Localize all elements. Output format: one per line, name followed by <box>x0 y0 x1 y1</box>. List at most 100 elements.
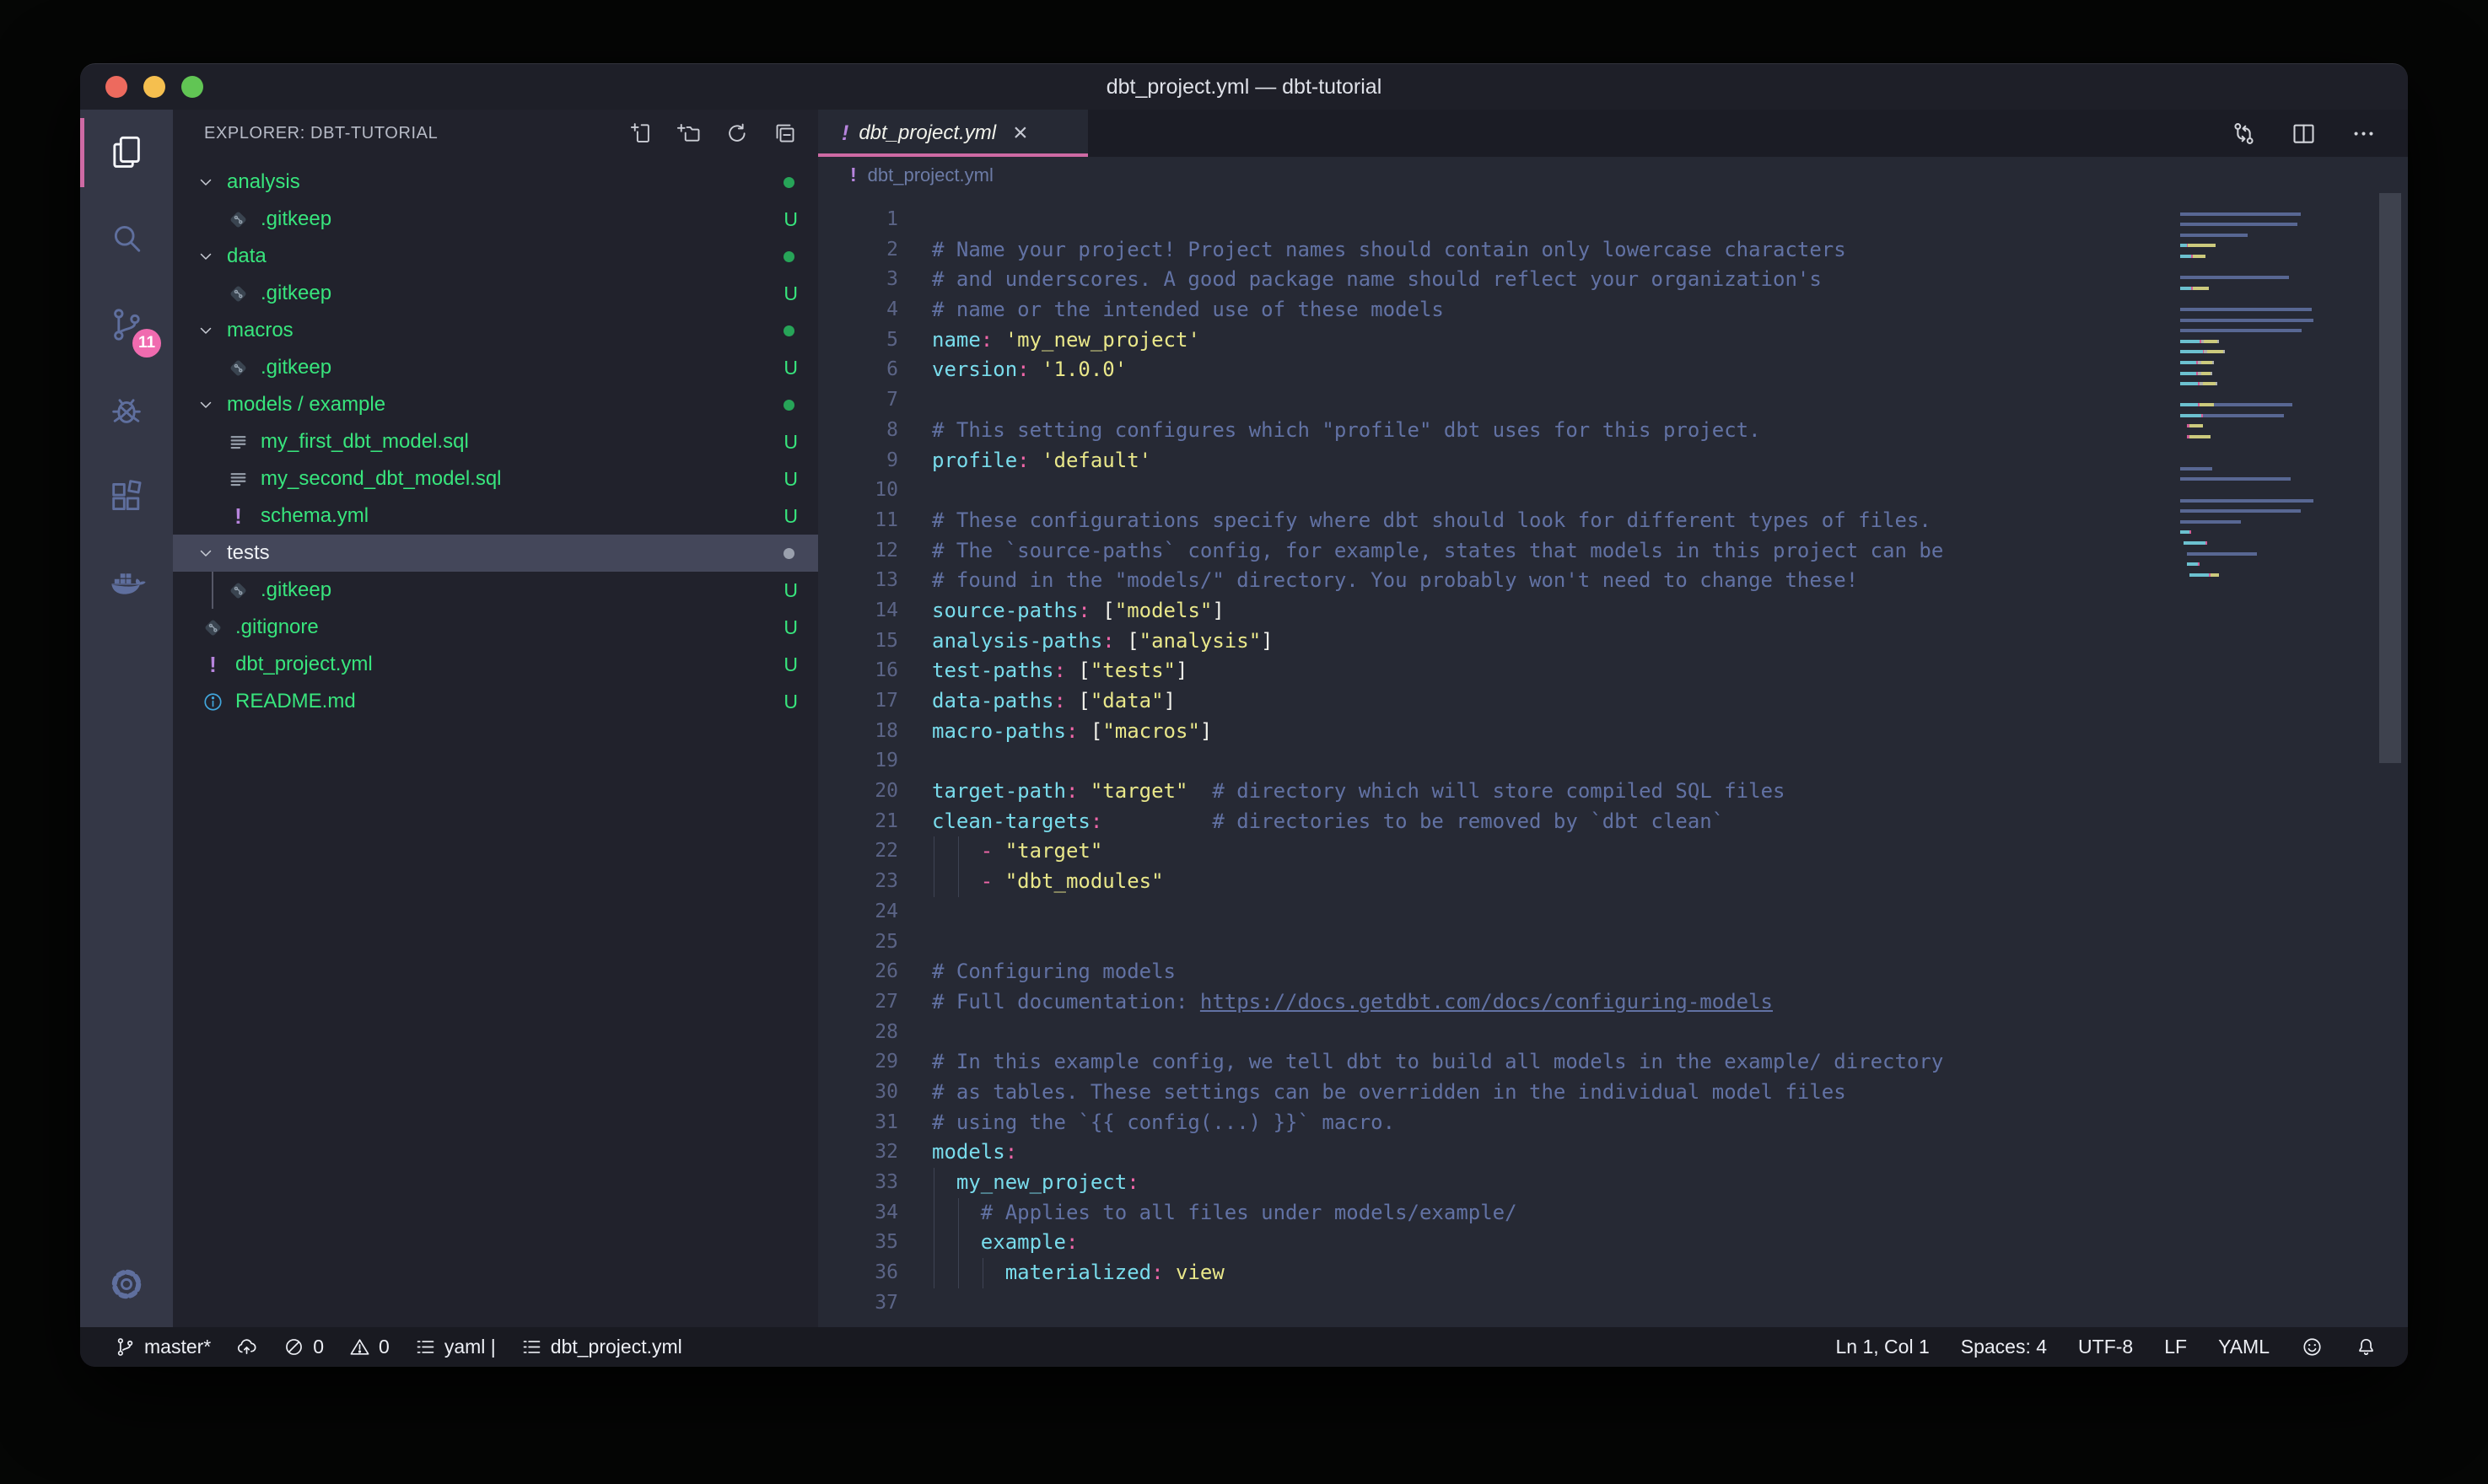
activity-item-source-control[interactable]: 11 <box>80 282 173 368</box>
close-tab-icon[interactable]: × <box>1013 121 1028 146</box>
status-right-smiley[interactable] <box>2301 1336 2324 1358</box>
tree-item-gitkeep[interactable]: .gitkeepU <box>173 572 818 609</box>
code-line-28[interactable]: 28 <box>818 1018 2408 1048</box>
new-file-button[interactable] <box>628 121 654 146</box>
code-line-5[interactable]: 5name: 'my_new_project' <box>818 325 2408 356</box>
status-right-yaml[interactable]: YAML <box>2218 1336 2270 1358</box>
code-line-15[interactable]: 15analysis-paths: ["analysis"] <box>818 626 2408 657</box>
status-right-ln-1-col-1[interactable]: Ln 1, Col 1 <box>1836 1336 1930 1358</box>
status-right-lf[interactable]: LF <box>2164 1336 2187 1358</box>
code-line-12[interactable]: 12# The `source-paths` config, for examp… <box>818 536 2408 567</box>
activity-item-extensions[interactable] <box>80 454 173 540</box>
code-line-19[interactable]: 19 <box>818 746 2408 777</box>
tree-item-schema-yml[interactable]: !schema.ymlU <box>173 497 818 535</box>
status-right-utf-8[interactable]: UTF-8 <box>2078 1336 2133 1358</box>
code-line-7[interactable]: 7 <box>818 385 2408 416</box>
code-editor[interactable]: 12# Name your project! Project names sho… <box>818 193 2408 1327</box>
code-line-35[interactable]: 35 example: <box>818 1228 2408 1258</box>
status-left-yaml[interactable]: yaml | <box>414 1336 496 1358</box>
code-line-4[interactable]: 4# name or the intended use of these mod… <box>818 295 2408 325</box>
code-line-34[interactable]: 34 # Applies to all files under models/e… <box>818 1198 2408 1229</box>
zoom-window-button[interactable] <box>181 76 203 98</box>
code-line-32[interactable]: 32models: <box>818 1137 2408 1168</box>
code-line-17[interactable]: 17data-paths: ["data"] <box>818 686 2408 717</box>
code-line-11[interactable]: 11# These configurations specify where d… <box>818 506 2408 536</box>
tree-item-dbt-project-yml[interactable]: !dbt_project.ymlU <box>173 646 818 683</box>
status-left-dbt-project-yml[interactable]: dbt_project.yml <box>520 1336 682 1358</box>
minimize-window-button[interactable] <box>143 76 165 98</box>
docker-icon <box>107 563 146 602</box>
compare-icon <box>2230 120 2258 148</box>
code-line-14[interactable]: 14source-paths: ["models"] <box>818 596 2408 626</box>
code-line-10[interactable]: 10 <box>818 476 2408 506</box>
close-window-button[interactable] <box>105 76 127 98</box>
code-line-13[interactable]: 13# found in the "models/" directory. Yo… <box>818 566 2408 596</box>
code-line-16[interactable]: 16test-paths: ["tests"] <box>818 656 2408 686</box>
minimap-line <box>2180 520 2369 524</box>
refresh-button[interactable] <box>724 121 750 146</box>
code-line-29[interactable]: 29# In this example config, we tell dbt … <box>818 1047 2408 1078</box>
code-line-31[interactable]: 31# using the `{{ config(...) }}` macro. <box>818 1108 2408 1138</box>
tree-item-label: dbt_project.yml <box>235 653 373 676</box>
status-left-cloud[interactable] <box>235 1336 258 1358</box>
activity-item-explorer[interactable] <box>80 110 173 196</box>
code-line-18[interactable]: 18macro-paths: ["macros"] <box>818 717 2408 747</box>
code-line-30[interactable]: 30# as tables. These settings can be ove… <box>818 1078 2408 1108</box>
tree-item-my-second-dbt-model-sql[interactable]: my_second_dbt_model.sqlU <box>173 460 818 497</box>
code-line-26[interactable]: 26# Configuring models <box>818 957 2408 987</box>
tree-item-gitkeep[interactable]: .gitkeepU <box>173 201 818 238</box>
code-line-8[interactable]: 8# This setting configures which "profil… <box>818 416 2408 446</box>
code-line-37[interactable]: 37 <box>818 1288 2408 1319</box>
explorer-icon <box>107 133 146 172</box>
code-line-24[interactable]: 24 <box>818 897 2408 928</box>
activity-item-search[interactable] <box>80 196 173 282</box>
status-right-spaces-4[interactable]: Spaces: 4 <box>1961 1336 2047 1358</box>
status-left-master[interactable]: master* <box>114 1336 211 1358</box>
compare-button[interactable] <box>2230 120 2258 148</box>
code-line-3[interactable]: 3# and underscores. A good package name … <box>818 265 2408 295</box>
tree-item-analysis[interactable]: analysis <box>173 164 818 201</box>
code-line-2[interactable]: 2# Name your project! Project names shou… <box>818 235 2408 266</box>
code-line-9[interactable]: 9profile: 'default' <box>818 446 2408 476</box>
status-left-0[interactable]: 0 <box>283 1336 324 1358</box>
activity-item-debug[interactable] <box>80 368 173 454</box>
vertical-scrollbar[interactable] <box>2379 193 2401 763</box>
split-button[interactable] <box>2290 120 2318 148</box>
tree-item-gitkeep[interactable]: .gitkeepU <box>173 275 818 312</box>
tree-item-gitkeep[interactable]: .gitkeepU <box>173 349 818 386</box>
code-line-6[interactable]: 6version: '1.0.0' <box>818 355 2408 385</box>
breadcrumb[interactable]: ! dbt_project.yml <box>818 157 2408 193</box>
code-line-21[interactable]: 21clean-targets: # directories to be rem… <box>818 807 2408 837</box>
code-line-36[interactable]: 36 materialized: view <box>818 1258 2408 1288</box>
code-line-33[interactable]: 33 my_new_project: <box>818 1168 2408 1198</box>
tree-item-data[interactable]: data <box>173 238 818 275</box>
list-icon <box>414 1336 437 1358</box>
line-number: 5 <box>818 325 898 356</box>
tree-item-models-example[interactable]: models / example <box>173 386 818 423</box>
code-line-25[interactable]: 25 <box>818 928 2408 958</box>
collapse-all-button[interactable] <box>773 121 798 146</box>
new-folder-button[interactable] <box>676 121 702 146</box>
status-bar: master* 0 0 yaml | dbt_project.yml Ln 1, Col… <box>80 1327 2408 1367</box>
tree-item-readme-md[interactable]: README.mdU <box>173 683 818 720</box>
code-line-1[interactable]: 1 <box>818 205 2408 235</box>
ellipsis-button[interactable] <box>2350 120 2378 148</box>
code-line-20[interactable]: 20target-path: "target" # directory whic… <box>818 777 2408 807</box>
status-left-0[interactable]: 0 <box>348 1336 390 1358</box>
tree-item-gitignore[interactable]: .gitignoreU <box>173 609 818 646</box>
chevron-down-icon <box>196 320 216 341</box>
status-right-bell[interactable] <box>2355 1336 2378 1358</box>
code-line-27[interactable]: 27# Full documentation: https://docs.get… <box>818 987 2408 1018</box>
minimap[interactable] <box>2180 202 2369 594</box>
activity-item-docker[interactable] <box>80 540 173 626</box>
code-line-23[interactable]: 23 - "dbt_modules" <box>818 867 2408 897</box>
activity-item-settings[interactable] <box>80 1241 173 1327</box>
title-bar[interactable]: dbt_project.yml — dbt-tutorial <box>80 64 2408 110</box>
tab-dbt-project-yml[interactable]: ! dbt_project.yml × <box>818 110 1088 157</box>
tree-item-my-first-dbt-model-sql[interactable]: my_first_dbt_model.sqlU <box>173 423 818 460</box>
code-line-22[interactable]: 22 - "target" <box>818 836 2408 867</box>
tree-item-tests[interactable]: tests <box>173 535 818 572</box>
tree-item-macros[interactable]: macros <box>173 312 818 349</box>
list-icon <box>520 1336 543 1358</box>
breadcrumb-item-file[interactable]: dbt_project.yml <box>868 164 994 186</box>
